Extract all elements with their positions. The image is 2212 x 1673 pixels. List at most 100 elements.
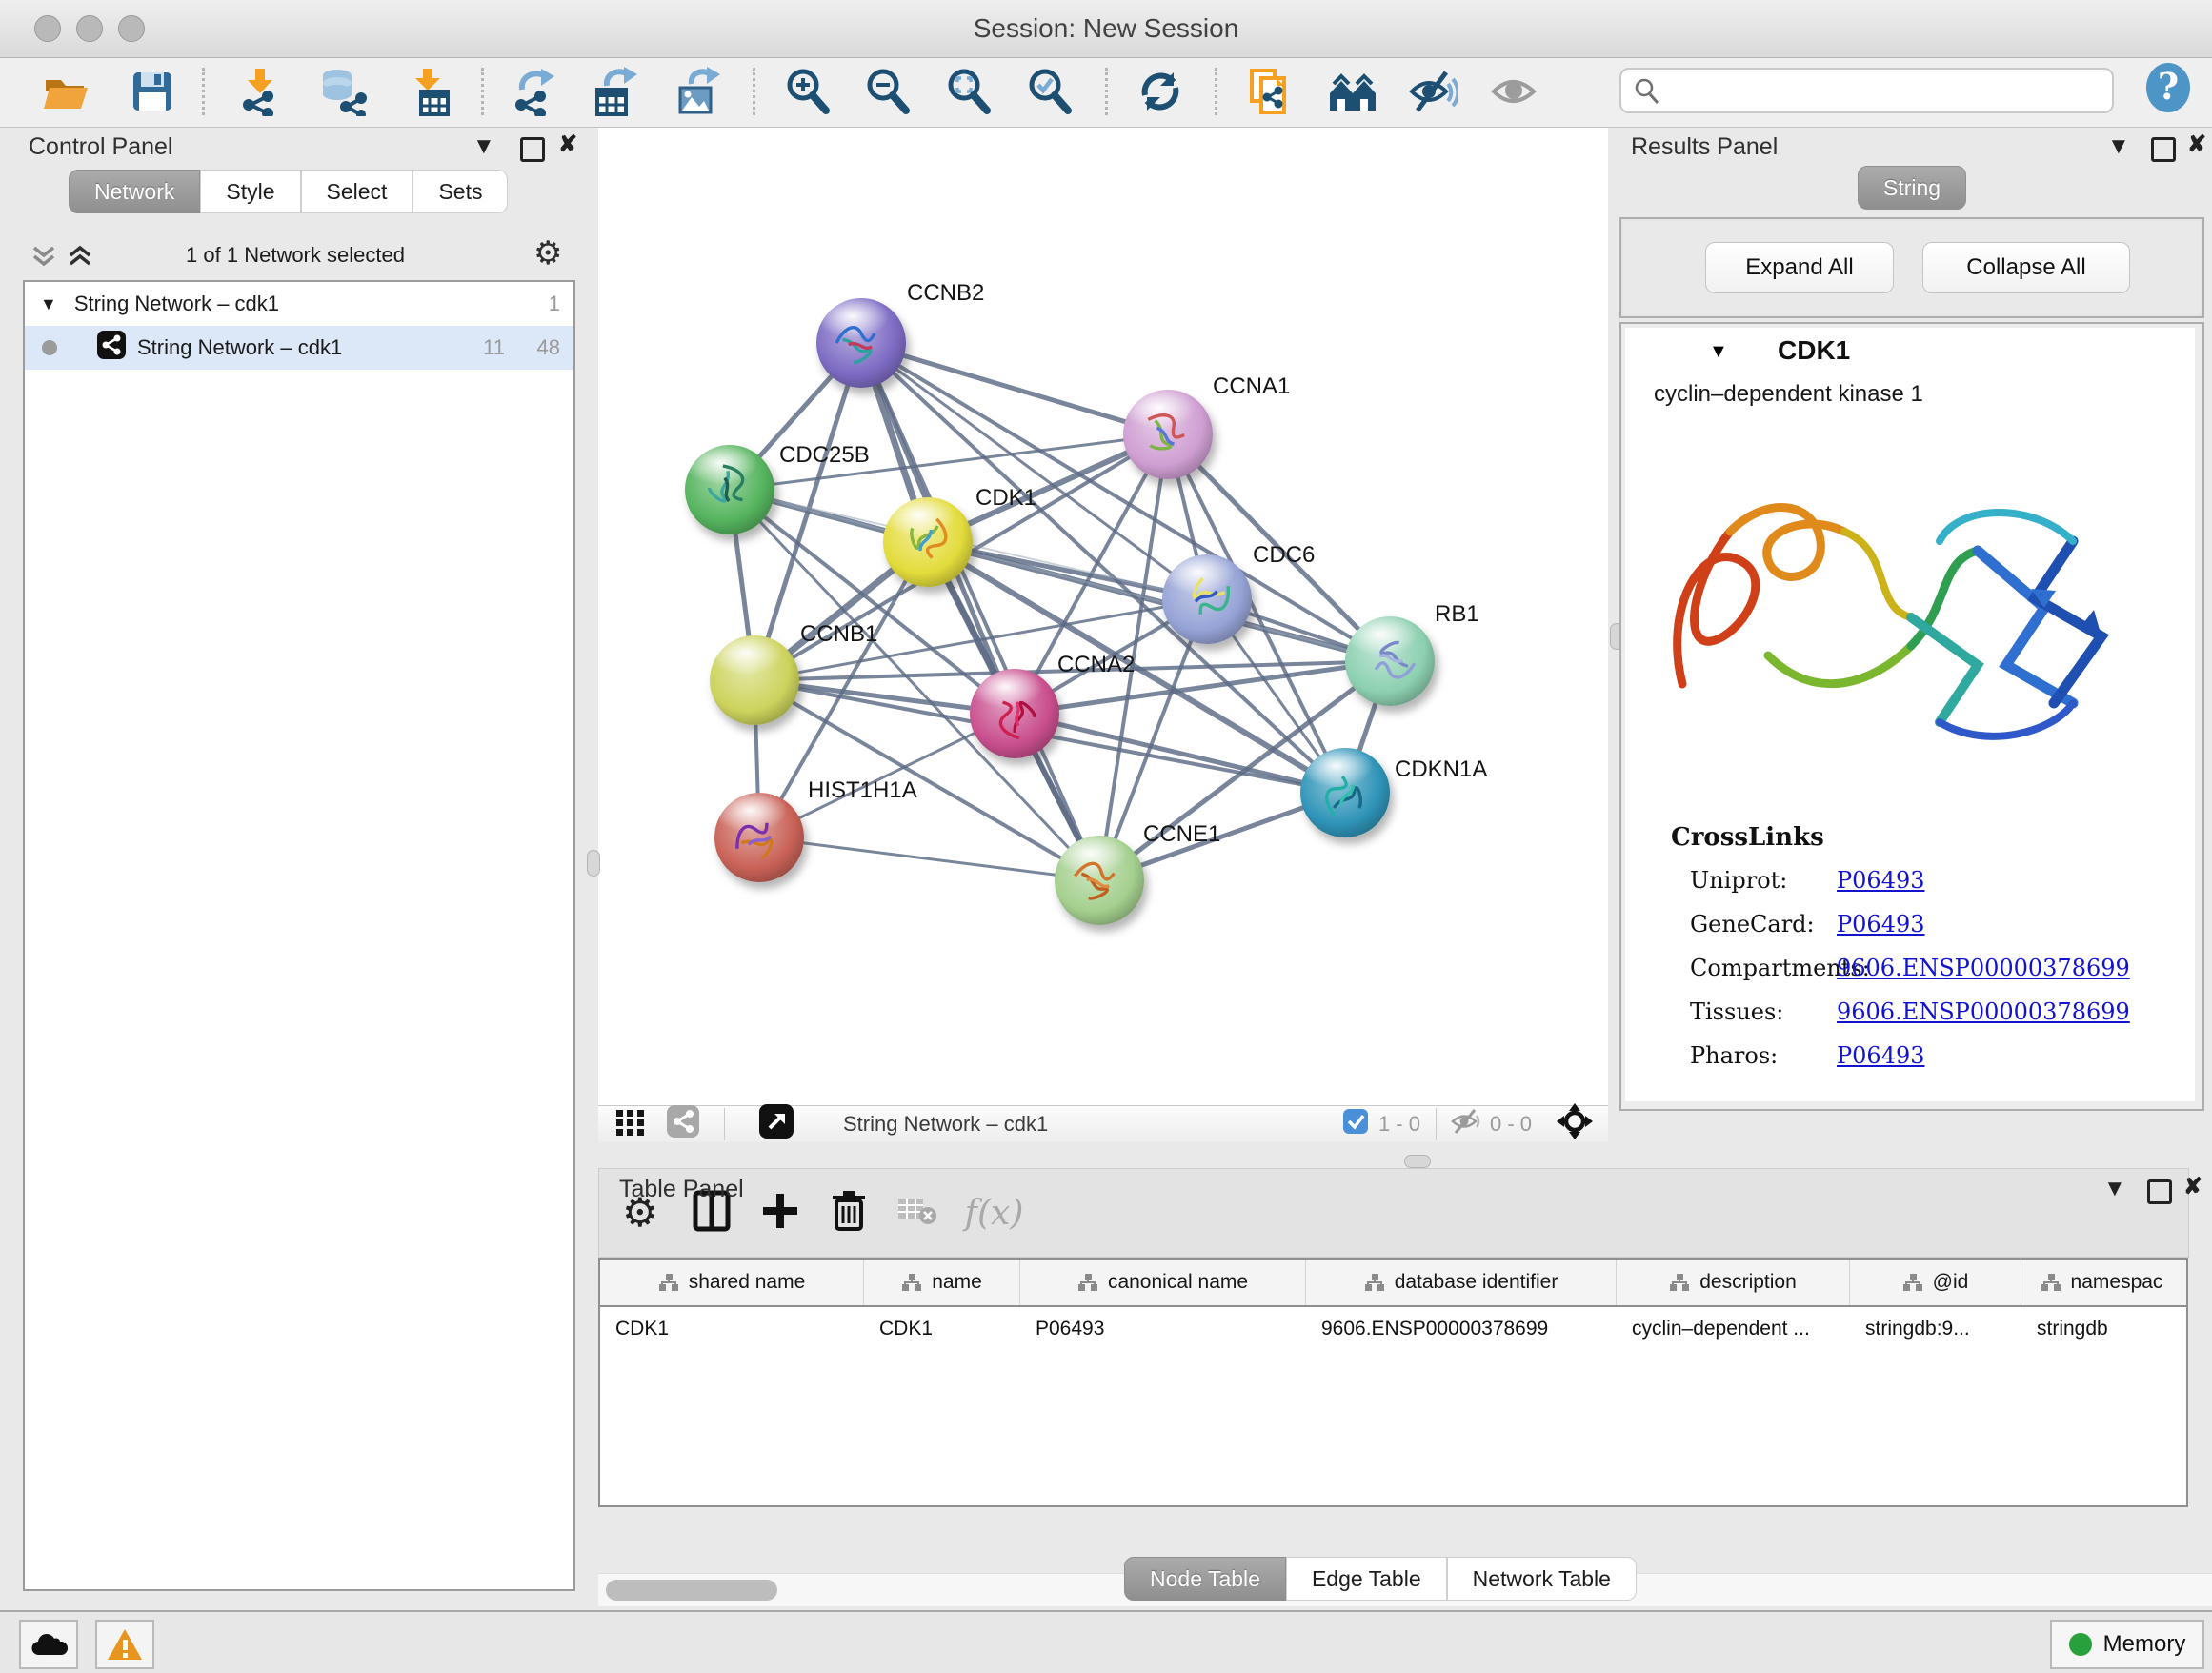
- export-image-icon[interactable]: [671, 64, 724, 119]
- selected-checkbox-icon[interactable]: [1342, 1108, 1369, 1140]
- memory-button[interactable]: Memory: [2050, 1620, 2204, 1669]
- import-network-file-icon[interactable]: [232, 64, 286, 119]
- column-header-canonicalname[interactable]: canonical name: [1020, 1260, 1306, 1305]
- toolbar-separator: [1215, 68, 1217, 115]
- zoom-fit-content-icon[interactable]: [942, 64, 995, 119]
- left-splitter-handle[interactable]: [587, 850, 600, 877]
- table-panel-close-icon[interactable]: ✘: [2183, 1176, 2202, 1199]
- table-panel-collapse-icon[interactable]: ▼: [2103, 1178, 2126, 1200]
- detach-view-icon[interactable]: [759, 1104, 794, 1144]
- table-panel: Table Panel ▼ ✘ ⚙ f(x) shared namenameca…: [598, 1168, 2212, 1606]
- bottom-splitter-handle[interactable]: [1404, 1155, 1431, 1168]
- results-panel-float-icon[interactable]: [2151, 137, 2176, 162]
- warnings-button[interactable]: [95, 1620, 154, 1669]
- network-canvas[interactable]: CCNB2CCNA1CDC25BCDK1CDC6RB1CCNB1CCNA2CDK…: [598, 128, 1608, 1105]
- column-header-databaseidentifier[interactable]: database identifier: [1306, 1260, 1617, 1305]
- network-node-rb1[interactable]: [1345, 616, 1435, 706]
- export-network-icon[interactable]: [507, 64, 560, 119]
- results-panel-collapse-icon[interactable]: ▼: [2107, 135, 2130, 158]
- save-session-icon[interactable]: [126, 64, 179, 119]
- network-share-icon[interactable]: [667, 1105, 699, 1143]
- column-type-icon: [658, 1273, 679, 1292]
- cell-name[interactable]: CDK1: [864, 1307, 1020, 1351]
- tab-style[interactable]: Style: [200, 170, 300, 213]
- crosslink-link[interactable]: P06493: [1837, 911, 1925, 937]
- entry-collapse-icon[interactable]: ▼: [1709, 341, 1728, 363]
- tab-sets[interactable]: Sets: [412, 170, 508, 213]
- first-neighbors-icon[interactable]: [1326, 64, 1379, 119]
- table-header-row[interactable]: shared namenamecanonical namedatabase id…: [600, 1260, 2186, 1307]
- control-panel-title: Control Panel: [29, 133, 172, 161]
- delete-column-icon[interactable]: [830, 1189, 868, 1238]
- network-node-hist1h1a[interactable]: [714, 793, 804, 882]
- toolbar-separator: [202, 68, 205, 115]
- cloud-status-button[interactable]: [19, 1620, 78, 1669]
- function-builder-icon: f(x): [965, 1194, 1024, 1233]
- hide-selected-icon[interactable]: [1406, 64, 1459, 119]
- cell-namespac[interactable]: stringdb: [2021, 1307, 2182, 1351]
- crosslink-link[interactable]: P06493: [1837, 867, 1925, 894]
- cell-@id[interactable]: stringdb:9...: [1850, 1307, 2021, 1351]
- scrollbar-thumb[interactable]: [606, 1580, 777, 1601]
- tab-select[interactable]: Select: [301, 170, 413, 213]
- network-options-gear-icon[interactable]: ⚙: [533, 234, 562, 272]
- search-input[interactable]: [1669, 72, 2112, 109]
- tab-network-table[interactable]: Network Table: [1447, 1557, 1637, 1601]
- column-header-namespac[interactable]: namespac: [2021, 1260, 2182, 1305]
- node-table: shared namenamecanonical namedatabase id…: [598, 1258, 2188, 1507]
- network-node-cdkn1a[interactable]: [1300, 748, 1390, 837]
- network-from-selection-icon[interactable]: [1242, 64, 1296, 119]
- column-header-sharedname[interactable]: shared name: [600, 1260, 864, 1305]
- tab-edge-table[interactable]: Edge Table: [1286, 1557, 1447, 1601]
- crosslink-link[interactable]: P06493: [1837, 1042, 1925, 1069]
- crosslink-link[interactable]: 9606.ENSP00000378699: [1837, 998, 2130, 1025]
- zoom-in-icon[interactable]: [781, 64, 835, 119]
- column-header-description[interactable]: description: [1617, 1260, 1850, 1305]
- import-table-file-icon[interactable]: [402, 64, 455, 119]
- search-field[interactable]: [1619, 68, 2114, 113]
- zoom-selected-icon[interactable]: [1023, 64, 1076, 119]
- network-node-ccne1[interactable]: [1055, 836, 1144, 925]
- column-header-name[interactable]: name: [864, 1260, 1020, 1305]
- control-panel-float-icon[interactable]: [520, 137, 545, 162]
- network-collection-row[interactable]: ▼ String Network – cdk1 1: [25, 282, 573, 326]
- crosslink-link[interactable]: 9606.ENSP00000378699: [1837, 955, 2130, 981]
- node-label-cdc6: CDC6: [1253, 542, 1315, 569]
- export-table-icon[interactable]: [588, 64, 641, 119]
- add-column-icon[interactable]: [761, 1190, 799, 1237]
- cell-sharedname[interactable]: CDK1: [600, 1307, 864, 1351]
- import-network-database-icon[interactable]: [316, 64, 370, 119]
- cell-canonicalname[interactable]: P06493: [1020, 1307, 1306, 1351]
- network-node-cdc25b[interactable]: [685, 445, 774, 534]
- collection-expand-icon[interactable]: ▼: [40, 294, 57, 314]
- open-file-icon[interactable]: [38, 64, 91, 119]
- toolbar-separator: [1105, 68, 1108, 115]
- control-panel-close-icon[interactable]: ✘: [558, 133, 577, 156]
- tab-network[interactable]: Network: [69, 170, 200, 213]
- tab-node-table[interactable]: Node Table: [1124, 1557, 1286, 1601]
- control-panel-collapse-icon[interactable]: ▼: [473, 135, 495, 158]
- expand-all-button[interactable]: Expand All: [1705, 242, 1894, 293]
- network-node-cdc6[interactable]: [1162, 554, 1252, 644]
- column-header-@id[interactable]: @id: [1850, 1260, 2021, 1305]
- results-panel-close-icon[interactable]: ✘: [2187, 133, 2206, 156]
- zoom-out-icon[interactable]: [861, 64, 915, 119]
- network-node-ccna2[interactable]: [970, 669, 1059, 758]
- help-icon[interactable]: ?: [2142, 60, 2195, 115]
- network-type-icon: [97, 331, 126, 365]
- cell-databaseidentifier[interactable]: 9606.ENSP00000378699: [1306, 1307, 1617, 1351]
- grid-view-icon[interactable]: [615, 1107, 646, 1141]
- cell-description[interactable]: cyclin–dependent ...: [1617, 1307, 1850, 1351]
- network-node-ccnb2[interactable]: [816, 298, 906, 388]
- birdseye-toggle-icon[interactable]: [1557, 1103, 1593, 1145]
- network-node-ccna1[interactable]: [1123, 390, 1213, 479]
- table-panel-float-icon[interactable]: [2147, 1179, 2172, 1204]
- tab-string[interactable]: String: [1858, 166, 1966, 210]
- table-row[interactable]: CDK1CDK1P064939606.ENSP00000378699cyclin…: [600, 1307, 2186, 1351]
- hidden-eye-icon[interactable]: [1450, 1107, 1482, 1141]
- network-node-cdk1[interactable]: [883, 497, 973, 587]
- network-row-selected[interactable]: String Network – cdk1 11 48: [25, 326, 573, 370]
- collapse-all-button[interactable]: Collapse All: [1922, 242, 2130, 293]
- network-node-ccnb1[interactable]: [710, 635, 799, 725]
- apply-layout-icon[interactable]: [1134, 64, 1187, 119]
